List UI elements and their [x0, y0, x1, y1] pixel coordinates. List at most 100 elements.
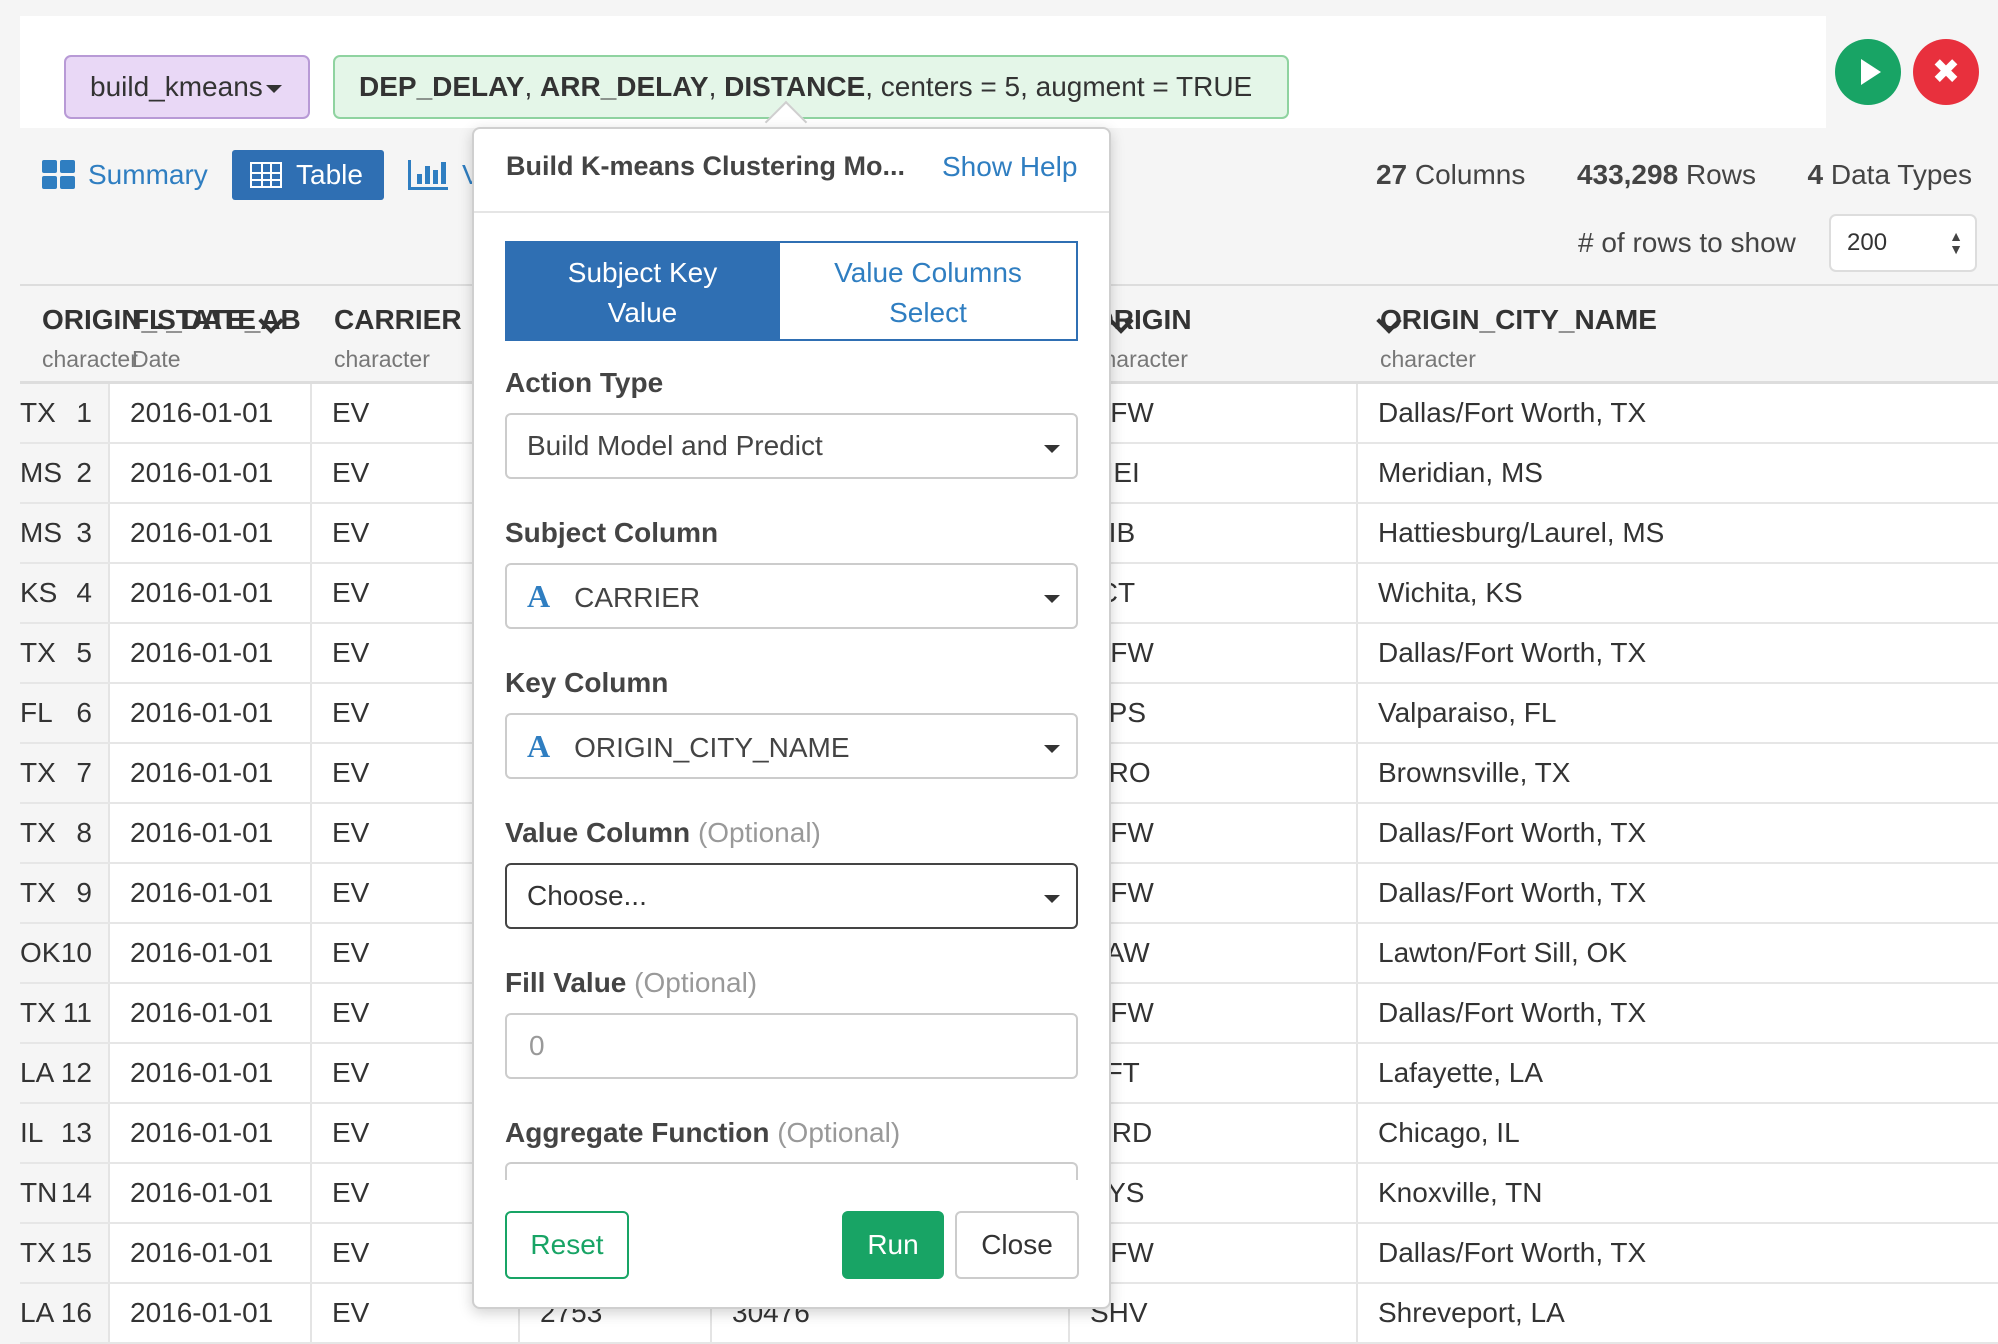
run-button[interactable]: Run [842, 1211, 944, 1279]
caret-down-icon [1044, 445, 1060, 453]
optional-hint: (Optional) [697, 817, 821, 848]
table-cell: EV [332, 1237, 370, 1268]
table-cell: LA [20, 1297, 55, 1328]
tab-value-columns-line1: Value Columns [834, 257, 1022, 288]
table-cell: EV [332, 577, 370, 608]
table-cell: 2016-01-01 [130, 397, 274, 428]
types-label: Data Types [1830, 159, 1972, 190]
action-type-select[interactable]: Build Model and Predict [505, 413, 1078, 479]
table-cell: 2016-01-01 [130, 637, 274, 668]
arg-separator-1: , [524, 71, 541, 102]
table-cell: 2016-01-01 [130, 517, 274, 548]
arg-separator-2: , [708, 71, 725, 102]
table-cell: TX [20, 757, 56, 788]
show-help-link[interactable]: Show Help [942, 151, 1077, 183]
tab-summary[interactable]: Summary [42, 150, 208, 200]
table-cell: Valparaiso, FL [1378, 697, 1557, 728]
function-name: build_kmeans [90, 71, 263, 102]
command-bar: build_kmeans DEP_DELAY, ARR_DELAY, DISTA… [20, 16, 1826, 128]
tab-subject-key-value[interactable]: Subject Key Value [505, 241, 780, 341]
aggregate-function-label-text: Aggregate Function [505, 1117, 770, 1148]
table-cell: FL [20, 697, 53, 728]
close-icon: ✖ [1931, 53, 1961, 91]
value-column-label-text: Value Column [505, 817, 691, 848]
stepper-arrows-icon: ▲ ▼ [1949, 228, 1963, 257]
action-type-value: Build Model and Predict [527, 430, 823, 461]
character-type-icon: A [527, 728, 551, 764]
table-cell: 2016-01-01 [130, 757, 274, 788]
column-name: CARRIER [334, 304, 462, 335]
table-cell: Hattiesburg/Laurel, MS [1378, 517, 1665, 548]
table-cell: Chicago, IL [1378, 1117, 1520, 1148]
table-cell: EV [332, 757, 370, 788]
table-cell: EV [332, 997, 370, 1028]
table-cell: EV [332, 697, 370, 728]
kmeans-dialog: Build K-means Clustering Mo... Show Help… [472, 127, 1111, 1309]
tab-table-label: Table [296, 159, 363, 190]
table-cell: EV [332, 517, 370, 548]
rows-label: Rows [1685, 159, 1756, 190]
table-cell: TN [20, 1177, 58, 1208]
close-button[interactable]: Close [955, 1211, 1079, 1279]
key-column-select[interactable]: A ORIGIN_CITY_NAME [505, 713, 1078, 779]
table-cell: Lawton/Fort Sill, OK [1378, 937, 1627, 968]
rows-to-show-value: 200 [1847, 229, 1888, 256]
table-cell: Knoxville, TN [1378, 1177, 1543, 1208]
tab-value-columns-select[interactable]: Value Columns Select [778, 241, 1078, 341]
tab-chart[interactable]: V [408, 150, 474, 200]
subject-column-label: Subject Column [505, 517, 719, 548]
table-cell: TX [20, 397, 56, 428]
table-cell: EV [332, 877, 370, 908]
table-cell: Dallas/Fort Worth, TX [1378, 997, 1647, 1028]
column-type: character [1380, 346, 1476, 372]
caret-down-icon [1044, 595, 1060, 603]
arg-column-3: DISTANCE [724, 71, 866, 102]
table-cell: Dallas/Fort Worth, TX [1378, 817, 1647, 848]
rows-to-show-select[interactable]: 200 ▲ ▼ [1829, 214, 1977, 272]
rows-to-show-label: # of rows to show [1578, 227, 1796, 258]
tab-table[interactable]: Table [232, 150, 384, 200]
table-cell: 2016-01-01 [130, 1117, 274, 1148]
column-type: character [42, 346, 138, 372]
tab-value-columns-line2: Select [889, 297, 967, 328]
cancel-command-button[interactable]: ✖ [1913, 39, 1979, 105]
table-cell: 2016-01-01 [130, 1177, 274, 1208]
column-type: character [334, 346, 430, 372]
table-cell: Lafayette, LA [1378, 1057, 1544, 1088]
function-dropdown[interactable]: build_kmeans [64, 55, 310, 119]
summary-grid-icon [42, 160, 76, 190]
character-type-icon: A [527, 578, 551, 614]
fill-value-label: Fill Value (Optional) [505, 967, 757, 999]
tab-summary-label: Summary [88, 159, 208, 190]
command-arguments-input[interactable]: DEP_DELAY, ARR_DELAY, DISTANCE, centers … [333, 55, 1289, 119]
subject-column-select[interactable]: A CARRIER [505, 563, 1078, 629]
fill-value-input[interactable]: 0 [505, 1013, 1078, 1079]
columns-count: 27 [1375, 159, 1408, 190]
arg-column-2: ARR_DELAY [540, 71, 709, 102]
play-icon [1861, 59, 1881, 85]
table-cell: MS [20, 517, 62, 548]
table-cell: TX [20, 637, 56, 668]
table-cell: KS [20, 577, 58, 608]
column-name: ORIGIN_STATE_AB [42, 304, 301, 335]
table-cell: TX [20, 997, 56, 1028]
table-cell: 2016-01-01 [130, 1297, 274, 1328]
subject-column-value: CARRIER [574, 582, 701, 613]
reset-button[interactable]: Reset [505, 1211, 629, 1279]
columns-label: Columns [1414, 159, 1526, 190]
dialog-footer: Reset Run Close [474, 1181, 1109, 1307]
column-type: Date [132, 346, 181, 372]
optional-hint: (Optional) [777, 1117, 901, 1148]
run-command-button[interactable] [1835, 39, 1901, 105]
arg-column-1: DEP_DELAY [359, 71, 525, 102]
table-cell: 2016-01-01 [130, 697, 274, 728]
table-cell: EV [332, 637, 370, 668]
table-cell: Shreveport, LA [1378, 1297, 1565, 1328]
aggregate-function-select[interactable] [505, 1162, 1078, 1180]
aggregate-function-label: Aggregate Function (Optional) [505, 1117, 900, 1149]
column-name: ORIGIN_CITY_NAME [1380, 304, 1657, 335]
table-cell: Dallas/Fort Worth, TX [1378, 397, 1647, 428]
value-column-select[interactable]: Choose... [505, 863, 1078, 929]
caret-down-icon [1044, 745, 1060, 753]
table-cell: Dallas/Fort Worth, TX [1378, 1237, 1647, 1268]
